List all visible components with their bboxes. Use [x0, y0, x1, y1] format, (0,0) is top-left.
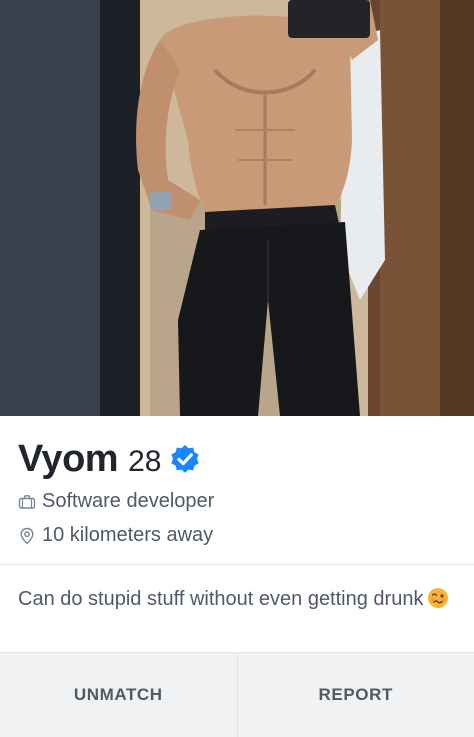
job-title: Software developer	[42, 490, 215, 512]
distance-row: 10 kilometers away	[18, 524, 213, 547]
section-divider	[0, 564, 474, 565]
verified-badge-icon	[169, 444, 201, 476]
bio-text: Can do stupid stuff without even getting…	[18, 588, 424, 610]
briefcase-icon	[18, 493, 36, 511]
bio-section: Can do stupid stuff without even getting…	[18, 585, 458, 614]
profile-photo-illustration	[0, 0, 474, 416]
woozy-face-emoji-icon	[427, 587, 449, 609]
job-row: Software developer	[18, 490, 214, 513]
profile-info: Vyom 28 Software developer 10 kilometers…	[0, 416, 474, 564]
unmatch-button[interactable]: UNMATCH	[0, 653, 237, 737]
name-row: Vyom 28	[18, 438, 201, 481]
profile-age: 28	[128, 445, 162, 478]
report-button[interactable]: REPORT	[236, 653, 474, 737]
profile-photo[interactable]	[0, 0, 474, 416]
profile-name: Vyom	[18, 438, 119, 480]
distance-text: 10 kilometers away	[42, 524, 214, 546]
action-bar: UNMATCH REPORT	[0, 652, 474, 737]
location-pin-icon	[18, 527, 36, 545]
